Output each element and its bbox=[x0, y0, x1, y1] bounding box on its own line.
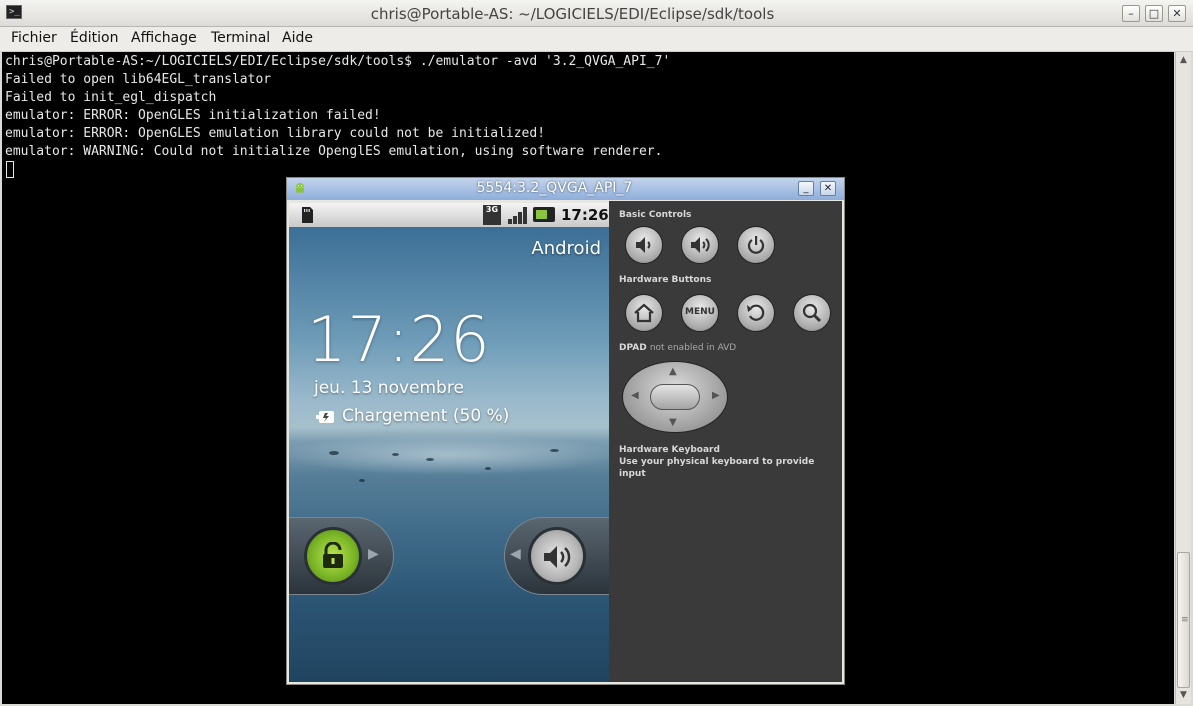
slide-left-arrow: ◀ bbox=[510, 546, 521, 562]
window-title: chris@Portable-AS: ~/LOGICIELS/EDI/Eclip… bbox=[370, 5, 775, 23]
dpad-heading-label: DPAD bbox=[619, 343, 647, 353]
minimize-button[interactable]: – bbox=[1122, 5, 1140, 22]
dpad-left-arrow[interactable]: ◀ bbox=[631, 390, 639, 401]
terminal-titlebar[interactable]: >_ chris@Portable-AS: ~/LOGICIELS/EDI/Ec… bbox=[0, 0, 1193, 27]
emulator-titlebar[interactable]: 5554:3.2_QVGA_API_7 _ ✕ bbox=[287, 178, 844, 200]
sound-toggle-button[interactable] bbox=[528, 527, 586, 585]
scrollbar-thumb[interactable]: ≡ bbox=[1177, 552, 1190, 688]
search-button[interactable] bbox=[793, 294, 831, 332]
menu-fichier[interactable]: Fichier bbox=[11, 30, 57, 46]
unlock-button[interactable] bbox=[304, 527, 362, 585]
volume-down-icon bbox=[636, 237, 651, 253]
volume-up-icon bbox=[691, 237, 710, 253]
menu-aide[interactable]: Aide bbox=[282, 30, 313, 46]
dpad-control[interactable]: ▲ ▼ ◀ ▶ bbox=[622, 361, 728, 433]
carrier-label: Android bbox=[531, 238, 601, 259]
menu-affichage[interactable]: Affichage bbox=[131, 30, 197, 46]
menu-bar: Fichier Édition Affichage Terminal Aide bbox=[0, 27, 1193, 52]
charging-status: Chargement (50 %) bbox=[342, 406, 510, 426]
sound-icon bbox=[544, 546, 571, 568]
signal-icon bbox=[508, 207, 527, 224]
status-clock: 17:26 bbox=[561, 206, 609, 224]
sd-card-icon bbox=[302, 207, 313, 223]
dpad-note: not enabled in AVD bbox=[649, 343, 737, 353]
search-icon bbox=[802, 303, 822, 323]
text-cursor bbox=[6, 161, 14, 178]
lock-screen-date: jeu. 13 novembre bbox=[314, 378, 464, 398]
maximize-button[interactable]: □ bbox=[1145, 5, 1163, 22]
menu-edition[interactable]: Édition bbox=[70, 30, 118, 46]
close-button[interactable]: ✕ bbox=[1168, 5, 1186, 22]
basic-controls-heading: Basic Controls bbox=[619, 210, 692, 220]
dpad-center-button[interactable] bbox=[650, 384, 700, 410]
unlock-icon bbox=[323, 542, 343, 568]
hardware-keyboard-heading: Hardware Keyboard bbox=[619, 445, 720, 455]
sound-slider[interactable]: ◀ bbox=[504, 517, 609, 595]
battery-icon bbox=[533, 207, 555, 222]
home-button[interactable] bbox=[625, 294, 663, 332]
hardware-keyboard-section: Hardware Keyboard Use your physical keyb… bbox=[619, 444, 842, 480]
power-icon bbox=[747, 236, 765, 254]
home-icon bbox=[634, 303, 654, 323]
slide-right-arrow: ▶ bbox=[368, 546, 379, 562]
menu-button-label: MENU bbox=[685, 307, 715, 317]
terminal-line: emulator: ERROR: OpenGLES initialization… bbox=[5, 108, 381, 123]
dpad-up-arrow[interactable]: ▲ bbox=[669, 366, 677, 377]
terminal-line: emulator: WARNING: Could not initialize … bbox=[5, 144, 663, 159]
hardware-keyboard-note: Use your physical keyboard to provide in… bbox=[619, 457, 815, 479]
volume-up-button[interactable] bbox=[681, 226, 719, 264]
charging-icon bbox=[316, 411, 334, 423]
terminal-scrollbar[interactable]: ▲ ≡ ▼ bbox=[1175, 52, 1191, 704]
volume-down-button[interactable] bbox=[625, 226, 663, 264]
dpad-down-arrow[interactable]: ▼ bbox=[669, 417, 677, 428]
emulator-minimize-button[interactable]: _ bbox=[798, 181, 814, 196]
network-type-indicator: 3G bbox=[483, 205, 501, 225]
phone-screen[interactable]: 3G 17:26 Android 17:26 jeu. 13 novembre bbox=[289, 203, 609, 682]
emulator-close-button[interactable]: ✕ bbox=[820, 181, 836, 196]
emulator-title: 5554:3.2_QVGA_API_7 bbox=[476, 180, 633, 196]
emulator-window[interactable]: 5554:3.2_QVGA_API_7 _ ✕ 3G 17:26 Android… bbox=[286, 177, 845, 685]
back-icon bbox=[747, 304, 765, 321]
scroll-up-arrow[interactable]: ▲ bbox=[1176, 53, 1191, 67]
back-button[interactable] bbox=[737, 294, 775, 332]
dpad-heading: DPAD not enabled in AVD bbox=[619, 343, 736, 353]
emulator-controls-panel: Basic Controls Hardware Buttons MENU DPA… bbox=[609, 201, 842, 682]
scroll-down-arrow[interactable]: ▼ bbox=[1176, 688, 1191, 702]
terminal-line: emulator: ERROR: OpenGLES emulation libr… bbox=[5, 126, 546, 141]
power-button[interactable] bbox=[737, 226, 775, 264]
lock-screen: Android 17:26 jeu. 13 novembre Chargemen… bbox=[289, 227, 609, 682]
lock-screen-clock: 17:26 bbox=[307, 303, 491, 376]
terminal-line: chris@Portable-AS:~/LOGICIELS/EDI/Eclips… bbox=[5, 54, 671, 69]
dpad-right-arrow[interactable]: ▶ bbox=[712, 390, 720, 401]
status-bar: 3G 17:26 bbox=[289, 203, 609, 227]
menu-button[interactable]: MENU bbox=[681, 294, 719, 332]
terminal-line: Failed to init_egl_dispatch bbox=[5, 90, 217, 105]
menu-terminal[interactable]: Terminal bbox=[211, 30, 270, 46]
hardware-buttons-heading: Hardware Buttons bbox=[619, 275, 712, 285]
terminal-line: Failed to open lib64EGL_translator bbox=[5, 72, 272, 87]
unlock-slider[interactable]: ▶ bbox=[289, 517, 394, 595]
